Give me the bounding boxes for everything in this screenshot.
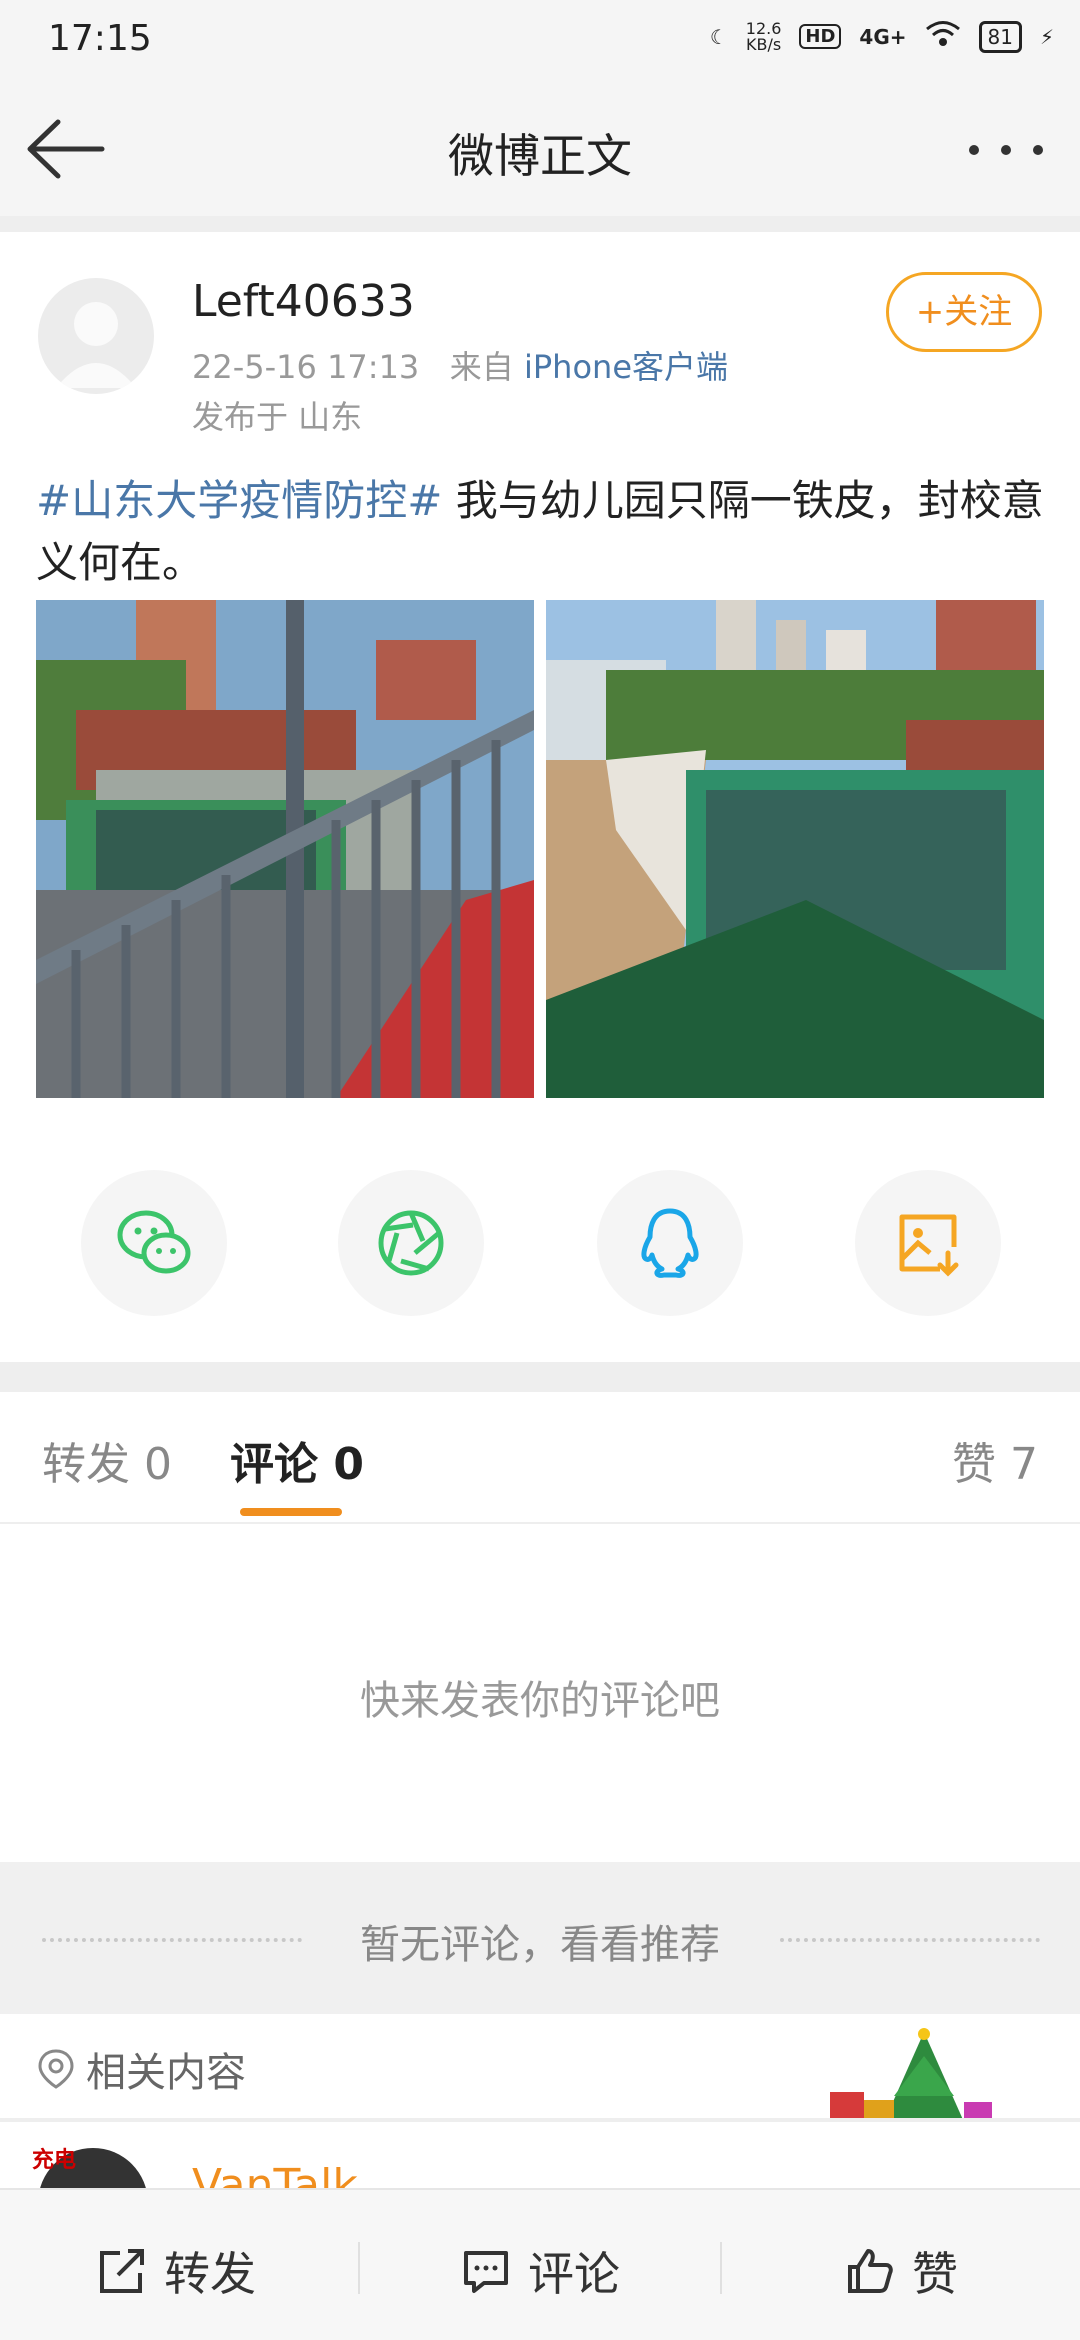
post-image-1[interactable] <box>36 600 534 1098</box>
divider <box>0 216 1080 232</box>
net-speed: 12.6 KB/s <box>745 20 782 54</box>
hd-badge: HD <box>799 24 842 49</box>
page-title: 微博正文 <box>448 129 632 183</box>
divider <box>0 1362 1080 1392</box>
divider <box>0 1522 1080 1524</box>
charging-icon: ⚡ <box>1039 24 1054 49</box>
repost-label: 转发 <box>164 2247 256 2301</box>
divider <box>358 2242 360 2294</box>
divider <box>0 2118 1080 2122</box>
net-speed-unit: KB/s <box>745 34 782 54</box>
photo-stairs-crowd <box>36 600 534 1098</box>
tab-likes-count: 7 <box>1010 1439 1038 1490</box>
dotted-divider-right <box>780 1938 1040 1942</box>
qq-icon <box>641 1208 699 1278</box>
empty-comments-text: 快来发表你的评论吧 <box>360 1678 720 1724</box>
tab-repost-label: 转发 <box>42 1439 130 1490</box>
share-wechat-button[interactable] <box>81 1170 227 1316</box>
share-moments-button[interactable] <box>338 1170 484 1316</box>
related-content-label: 相关内容 <box>86 2050 246 2096</box>
save-image-button[interactable] <box>855 1170 1001 1316</box>
divider <box>720 2242 722 2294</box>
save-image-icon <box>899 1214 959 1277</box>
post-meta: 22-5-16 17:13 来自 iPhone客户端 <box>192 342 728 388</box>
tab-comments-label: 评论 <box>230 1439 318 1490</box>
bottom-action-bar: 转发 评论 赞 <box>0 2188 1080 2340</box>
more-dots-icon <box>969 145 1043 155</box>
photo-playground-crowd <box>546 600 1044 1098</box>
tab-repost-count: 0 <box>144 1439 172 1490</box>
status-icons: ☾ 12.6 KB/s HD 4G+ 81 ⚡ <box>710 20 1054 53</box>
tab-likes-label: 赞 <box>952 1439 996 1490</box>
comment-bubble-icon <box>464 2251 508 2293</box>
network-type: 4G+ <box>859 24 907 49</box>
like-label: 赞 <box>912 2247 958 2301</box>
post-location: 发布于 山东 <box>192 398 363 436</box>
related-content-header: 相关内容 <box>36 2040 246 2098</box>
moments-icon <box>378 1210 444 1276</box>
more-options-button[interactable] <box>956 120 1056 180</box>
wechat-icon <box>117 1210 191 1274</box>
follow-button[interactable]: +关注 <box>886 272 1042 352</box>
post-timestamp: 22-5-16 17:13 <box>192 348 420 386</box>
thumbs-up-icon <box>848 2249 893 2293</box>
status-time: 17:15 <box>48 18 152 59</box>
tab-comments[interactable]: 评论 0 <box>230 1428 364 1492</box>
location-pin-icon <box>38 2049 74 2089</box>
status-bar: 17:15 ☾ 12.6 KB/s HD 4G+ 81 ⚡ <box>0 0 1080 80</box>
like-button[interactable]: 赞 <box>844 2238 958 2304</box>
post-source[interactable]: iPhone客户端 <box>524 348 728 386</box>
comment-label: 评论 <box>528 2247 620 2301</box>
share-arrow-icon <box>100 2249 144 2293</box>
nav-header: 微博正文 <box>0 80 1080 216</box>
tab-repost[interactable]: 转发 0 <box>42 1428 172 1492</box>
hashtag-link[interactable]: #山东大学疫情防控# <box>36 476 442 525</box>
avatar[interactable] <box>38 278 154 394</box>
tab-likes[interactable]: 赞 7 <box>952 1428 1038 1492</box>
comment-button[interactable]: 评论 <box>460 2238 620 2304</box>
post-text: #山东大学疫情防控# 我与幼儿园只隔一铁皮，封校意义何在。 <box>36 470 1046 594</box>
active-tab-indicator <box>240 1508 342 1516</box>
default-avatar-icon <box>56 302 136 388</box>
share-qq-button[interactable] <box>597 1170 743 1316</box>
charging-badge: 充电 <box>32 2148 77 2173</box>
recommend-banner: 暂无评论，看看推荐 <box>0 1862 1080 2014</box>
tab-comments-count: 0 <box>333 1439 364 1490</box>
wifi-icon <box>925 20 961 53</box>
post-image-2[interactable] <box>546 600 1044 1098</box>
source-prefix: 来自 <box>449 348 514 386</box>
christmas-tree-decoration <box>830 2028 992 2122</box>
repost-button[interactable]: 转发 <box>96 2238 256 2304</box>
battery-indicator: 81 <box>978 20 1022 53</box>
moon-icon: ☾ <box>709 24 728 49</box>
username[interactable]: Left40633 <box>192 276 415 327</box>
